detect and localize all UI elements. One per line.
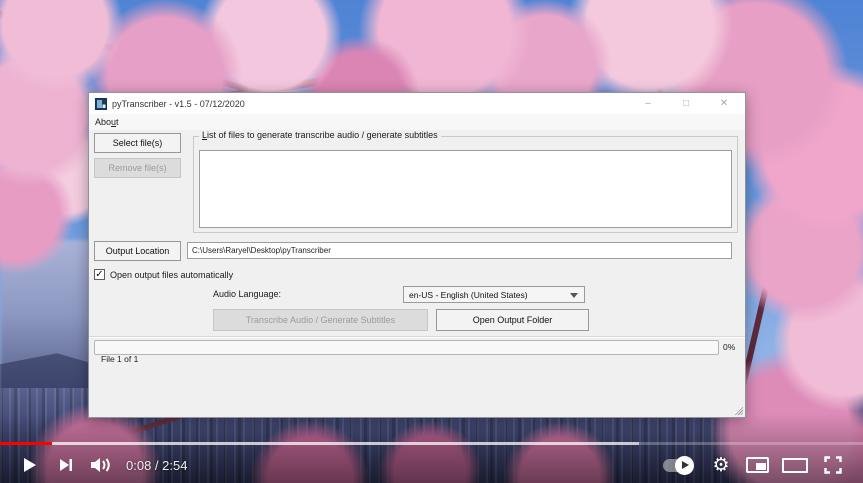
settings-button[interactable]: ⚙ [703, 447, 739, 483]
remove-files-button: Remove file(s) [94, 158, 181, 178]
menu-bar: About [89, 114, 745, 130]
volume-icon [90, 456, 114, 474]
menu-about[interactable]: About [95, 117, 119, 127]
audio-language-select[interactable]: en-US - English (United States) [403, 286, 585, 303]
transcription-progress-bar [94, 340, 719, 355]
chevron-down-icon [570, 293, 578, 298]
time-display: 0:08 / 2:54 [126, 458, 187, 473]
next-button[interactable] [48, 447, 84, 483]
file-list[interactable] [199, 150, 732, 228]
fullscreen-button[interactable] [815, 447, 851, 483]
maximize-button[interactable]: □ [667, 93, 705, 114]
miniplayer-button[interactable] [739, 447, 775, 483]
play-button[interactable] [12, 447, 48, 483]
open-output-checkbox-label: Open output files automatically [110, 270, 233, 280]
theater-mode-icon [782, 458, 808, 473]
progress-file-label: File 1 of 1 [101, 354, 138, 364]
audio-language-label: Audio Language: [213, 289, 281, 299]
open-output-folder-button[interactable]: Open Output Folder [436, 309, 589, 331]
volume-button[interactable] [84, 447, 120, 483]
pytranscriber-window: pyTranscriber - v1.5 - 07/12/2020 – □ ✕ … [88, 92, 746, 418]
video-seek-loaded [0, 442, 639, 445]
window-titlebar[interactable]: pyTranscriber - v1.5 - 07/12/2020 – □ ✕ [89, 93, 745, 114]
files-group-label: List of files to generate transcribe aud… [199, 130, 441, 140]
app-icon [95, 98, 107, 110]
output-location-button[interactable]: Output Location [94, 241, 181, 261]
play-icon [21, 456, 39, 474]
video-frame: pyTranscriber - v1.5 - 07/12/2020 – □ ✕ … [0, 0, 863, 483]
autoplay-knob-play-icon [675, 456, 694, 475]
gear-icon: ⚙ [712, 454, 729, 476]
fullscreen-icon [823, 455, 843, 475]
checkbox-checked-icon[interactable]: ✓ [94, 269, 105, 280]
transcribe-button: Transcribe Audio / Generate Subtitles [213, 309, 428, 331]
audio-language-value: en-US - English (United States) [409, 290, 528, 300]
resize-grip[interactable] [733, 405, 743, 415]
progress-percent-label: 0% [723, 342, 735, 352]
select-files-button[interactable]: Select file(s) [94, 133, 181, 153]
autoplay-toggle[interactable] [657, 447, 703, 483]
open-output-checkbox-row[interactable]: ✓ Open output files automatically [94, 269, 233, 280]
output-path-field[interactable]: C:\Users\Raryel\Desktop\pyTranscriber [187, 242, 732, 259]
next-icon [58, 457, 74, 473]
autoplay-toggle-track [663, 459, 693, 472]
minimize-button[interactable]: – [629, 93, 667, 114]
window-title: pyTranscriber - v1.5 - 07/12/2020 [112, 99, 245, 109]
separator-line [89, 336, 745, 338]
miniplayer-icon [746, 457, 769, 473]
theater-mode-button[interactable] [775, 447, 815, 483]
files-groupbox: List of files to generate transcribe aud… [193, 136, 738, 233]
video-seek-bar[interactable] [0, 442, 863, 445]
player-control-bar: 0:08 / 2:54 ⚙ [0, 447, 863, 483]
player-progress-played [0, 442, 52, 445]
close-button[interactable]: ✕ [705, 93, 743, 114]
